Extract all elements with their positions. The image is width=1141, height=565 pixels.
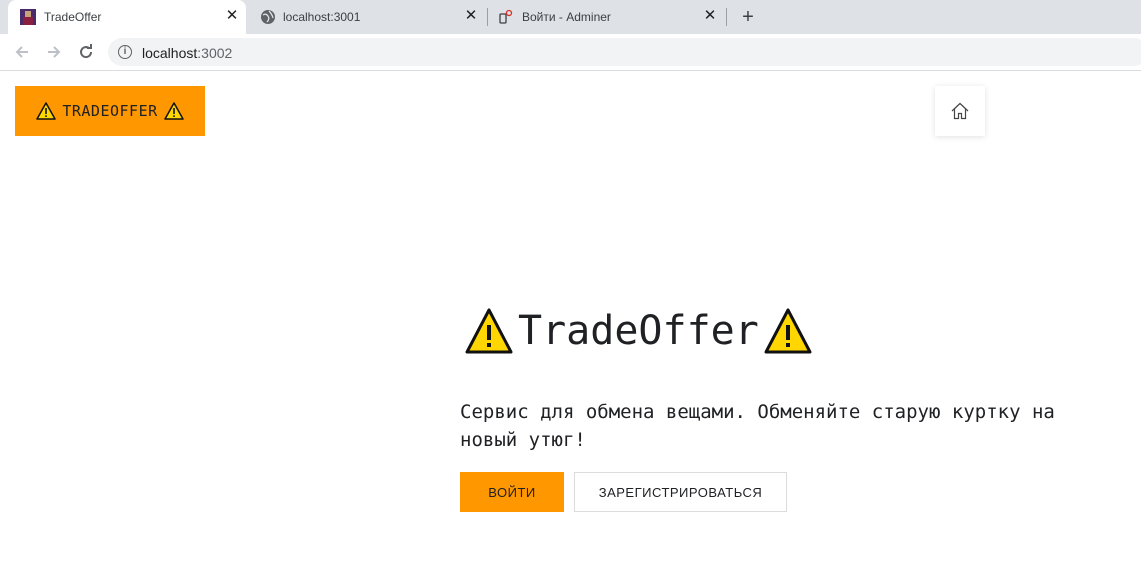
hero-description: Сервис для обмена вещами. Обменяйте стар… bbox=[460, 401, 1055, 451]
tab-title: Войти - Adminer bbox=[522, 10, 611, 24]
logo-label: TRADEOFFER bbox=[62, 102, 158, 120]
close-icon[interactable]: ✕ bbox=[702, 8, 718, 24]
home-icon bbox=[951, 102, 969, 120]
new-tab-button[interactable]: + bbox=[738, 7, 758, 27]
tab-tradeoffer[interactable]: TradeOffer ✕ bbox=[8, 0, 246, 34]
tab-localhost-3001[interactable]: localhost:3001 ✕ bbox=[248, 0, 486, 34]
forward-arrow-icon[interactable] bbox=[44, 42, 64, 62]
tab-separator bbox=[726, 8, 727, 26]
warning-icon bbox=[36, 102, 57, 120]
browser-toolbar: i localhost:3002 bbox=[0, 34, 1141, 71]
hero-title-text: TradeOffer bbox=[518, 308, 759, 354]
login-button[interactable]: ВОЙТИ bbox=[460, 472, 564, 512]
close-icon[interactable]: ✕ bbox=[224, 8, 240, 24]
tab-strip: TradeOffer ✕ localhost:3001 ✕ Войти - Ad… bbox=[0, 0, 1141, 34]
back-arrow-icon[interactable] bbox=[12, 42, 32, 62]
tab-title: TradeOffer bbox=[44, 10, 102, 24]
hero-title: TradeOffer bbox=[464, 306, 813, 356]
close-icon[interactable]: ✕ bbox=[463, 8, 479, 24]
info-icon[interactable]: i bbox=[118, 45, 132, 59]
tab-adminer[interactable]: Войти - Adminer ✕ bbox=[488, 0, 726, 34]
tab-title: localhost:3001 bbox=[283, 10, 361, 24]
home-button[interactable] bbox=[935, 86, 985, 136]
reload-icon[interactable] bbox=[76, 42, 96, 62]
avatar-favicon-icon bbox=[20, 9, 36, 25]
logo-button[interactable]: TRADEOFFER bbox=[15, 86, 205, 136]
warning-icon bbox=[465, 308, 513, 354]
address-bar[interactable]: i localhost:3002 bbox=[108, 38, 1141, 66]
globe-icon bbox=[260, 9, 276, 25]
warning-icon bbox=[764, 308, 812, 354]
warning-icon bbox=[163, 102, 184, 120]
url-text: localhost:3002 bbox=[142, 45, 233, 61]
register-button[interactable]: ЗАРЕГИСТРИРОВАТЬСЯ bbox=[574, 472, 787, 512]
adminer-icon bbox=[498, 9, 514, 25]
